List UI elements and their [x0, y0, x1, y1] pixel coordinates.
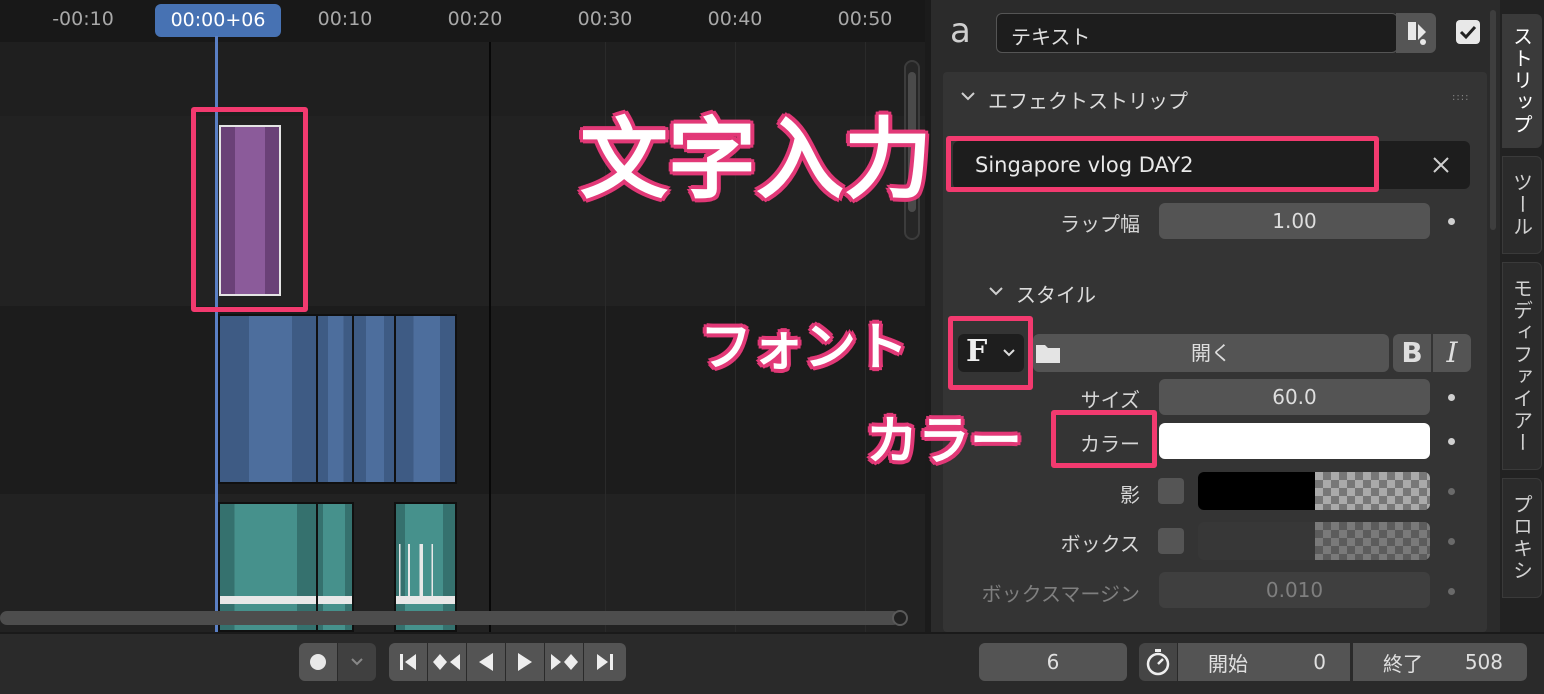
ruler-tick: 00:20: [447, 8, 503, 30]
shadow-checkbox[interactable]: [1158, 478, 1184, 504]
ruler-tick: 00:30: [577, 8, 633, 30]
keyframe-dot[interactable]: [1448, 488, 1455, 495]
bold-toggle[interactable]: B: [1393, 334, 1431, 372]
image-strip[interactable]: [352, 314, 396, 484]
italic-toggle[interactable]: I: [1433, 334, 1471, 372]
image-strip[interactable]: [394, 314, 457, 484]
drag-handle-icon[interactable]: ::::: [1452, 92, 1476, 103]
size-field[interactable]: 60.0: [1159, 379, 1430, 415]
mute-checkbox[interactable]: [1456, 20, 1480, 44]
color-tag-icon: [1408, 22, 1426, 45]
end-frame-field[interactable]: 終了 508: [1353, 643, 1527, 681]
wrap-width-label: ラップ幅: [1060, 212, 1140, 236]
waveform: [318, 596, 352, 604]
size-label: サイズ: [1080, 388, 1140, 412]
channel-row: [0, 42, 925, 116]
jump-end-icon: [597, 654, 613, 670]
ruler-tick: 00:40: [707, 8, 763, 30]
time-ruler[interactable]: -00:10 00:10 00:20 00:30 00:40 00:50 00:…: [0, 0, 925, 42]
jump-start-icon: [400, 654, 416, 670]
strip-name-field[interactable]: テキスト: [996, 13, 1398, 53]
tab-proxy[interactable]: プロキシ: [1502, 478, 1542, 598]
section-title[interactable]: エフェクトストリップ: [988, 85, 1188, 114]
play-icon: [518, 653, 532, 671]
start-frame-label: 開始: [1208, 651, 1248, 676]
start-frame-field[interactable]: 開始 0: [1178, 643, 1350, 681]
callout-color: カラー: [866, 412, 1023, 472]
playhead-label[interactable]: 00:00+06: [155, 4, 281, 37]
keyframe-dot[interactable]: [1448, 538, 1455, 545]
box-margin-label: ボックスマージン: [981, 582, 1140, 606]
image-strip[interactable]: [316, 314, 354, 484]
record-icon: [310, 654, 326, 670]
clear-icon[interactable]: [1431, 155, 1451, 175]
record-button[interactable]: [299, 643, 337, 681]
waveform: [396, 596, 455, 604]
keyframe-dot[interactable]: [1448, 218, 1455, 225]
image-strip[interactable]: [218, 314, 318, 484]
ruler-tick: 00:50: [837, 8, 893, 30]
shadow-color-swatch[interactable]: [1198, 472, 1430, 510]
end-frame-value: 508: [1464, 650, 1503, 674]
text-color-swatch[interactable]: [1159, 423, 1430, 459]
chevron-down-icon[interactable]: [986, 281, 1006, 301]
chevron-down-icon: [351, 658, 363, 666]
callout-font: フォント: [700, 318, 909, 378]
box-label: ボックス: [1060, 532, 1140, 556]
next-keyframe-icon: [551, 654, 578, 670]
ruler-tick: -00:10: [52, 8, 114, 30]
current-frame-field[interactable]: 6: [979, 643, 1127, 681]
chevron-down-icon[interactable]: [958, 86, 978, 106]
keyframe-dot[interactable]: [1448, 394, 1455, 401]
keyframe-dot[interactable]: [1448, 588, 1455, 595]
play-reverse-icon: [479, 653, 493, 671]
panel-scrollbar[interactable]: [1490, 10, 1496, 230]
wrap-width-field[interactable]: 1.00: [1159, 203, 1430, 239]
stopwatch-icon: [1146, 649, 1170, 676]
panel-divider[interactable]: [925, 0, 931, 632]
prev-keyframe-button[interactable]: [428, 643, 466, 681]
callout-text-input: 文字入力: [580, 108, 933, 211]
open-font-label: 開く: [1191, 341, 1231, 365]
play-reverse-button[interactable]: [467, 643, 505, 681]
start-frame-value: 0: [1313, 650, 1326, 674]
text-input-highlight: [946, 136, 1379, 192]
jump-end-button[interactable]: [584, 643, 626, 681]
waveform: [396, 544, 455, 604]
color-highlight: [1051, 410, 1157, 468]
play-button[interactable]: [506, 643, 544, 681]
open-font-button[interactable]: 開く: [1033, 334, 1389, 372]
text-strip-type-icon: a: [950, 11, 971, 51]
tab-modifiers[interactable]: モディファイアー: [1502, 262, 1542, 470]
shadow-label: 影: [1120, 483, 1140, 507]
strip-name-text: テキスト: [1011, 25, 1091, 49]
prev-keyframe-icon: [433, 654, 460, 670]
next-keyframe-button[interactable]: [545, 643, 583, 681]
font-highlight: [948, 316, 1033, 390]
style-title[interactable]: スタイル: [1016, 279, 1096, 308]
tab-strip[interactable]: ストリップ: [1502, 14, 1542, 148]
horizontal-scrollbar[interactable]: [0, 608, 908, 628]
sidebar-tabs: ストリップ ツール モディファイアー プロキシ: [1500, 0, 1544, 632]
jump-start-button[interactable]: [389, 643, 427, 681]
ruler-tick: 00:10: [317, 8, 373, 30]
box-color-swatch[interactable]: [1198, 522, 1430, 560]
tab-tool[interactable]: ツール: [1502, 156, 1542, 254]
folder-icon: [1036, 345, 1060, 363]
check-icon: [1459, 25, 1477, 40]
color-tag-button[interactable]: [1396, 13, 1436, 53]
end-frame-line: [489, 42, 491, 632]
text-strip-highlight: [191, 107, 308, 312]
waveform: [220, 596, 316, 604]
preview-range-toggle[interactable]: [1139, 643, 1177, 681]
keyframe-dot[interactable]: [1448, 438, 1455, 445]
end-frame-label: 終了: [1383, 651, 1423, 676]
box-checkbox[interactable]: [1158, 528, 1184, 554]
keying-dropdown[interactable]: [338, 643, 376, 681]
box-margin-field[interactable]: 0.010: [1159, 572, 1430, 608]
